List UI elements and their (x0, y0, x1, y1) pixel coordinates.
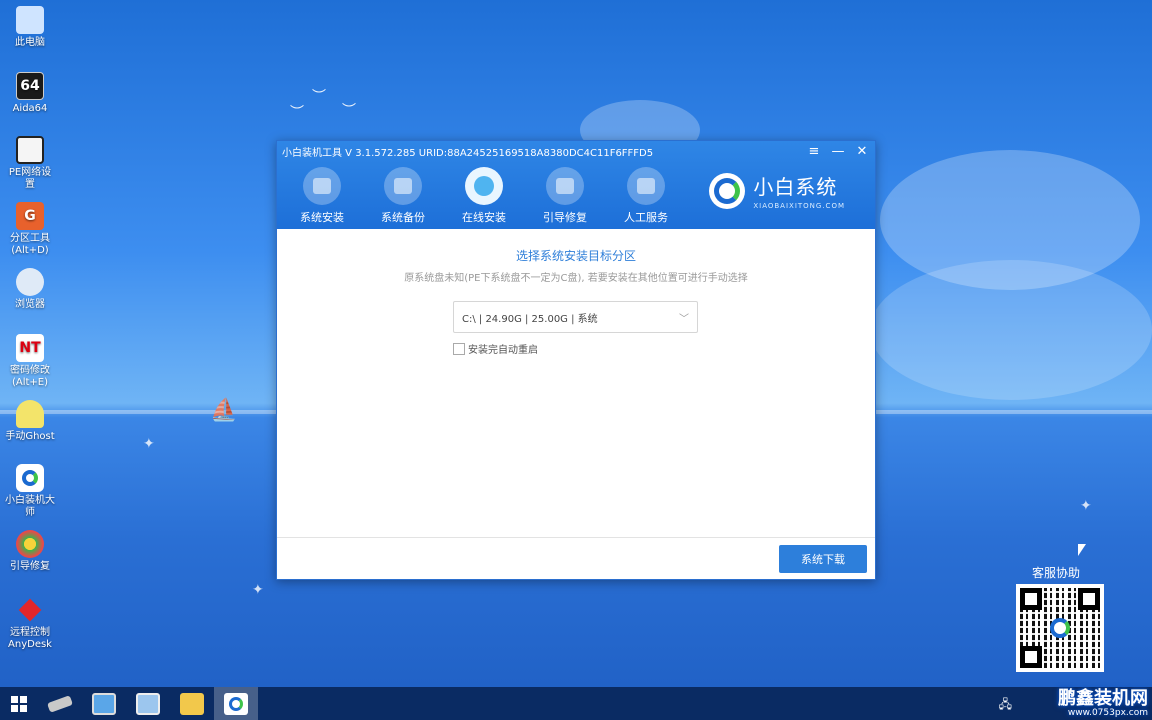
sparkle-shape: ✦ (1080, 498, 1092, 514)
taskbar-network[interactable] (126, 687, 170, 720)
windows-logo-icon (11, 695, 27, 712)
minimize-button[interactable]: — (831, 144, 845, 159)
sparkle-shape: ✦ (143, 436, 155, 452)
desktop-icon-pe-network[interactable]: PE网络设置 (4, 136, 56, 191)
folder-icon (180, 692, 204, 715)
chevron-down-icon: ﹀ (679, 313, 689, 325)
desktop-icon-computer[interactable]: 此电脑 (4, 6, 56, 49)
bird-shape: ︶ (342, 103, 356, 119)
tab-label: 系统安装 (300, 211, 344, 224)
desktop-icon-label: 浏览器 (15, 299, 45, 310)
taskbar-computer[interactable] (82, 687, 126, 720)
drive-icon (47, 694, 73, 713)
installer-window: 小白装机工具 V 3.1.572.285 URID:88A24525169518… (276, 140, 876, 580)
desktop-icon-ghost[interactable]: 手动Ghost (4, 400, 56, 443)
watermark-logo: 鹏鑫装机网 www.0753px.com (1008, 684, 1148, 718)
xiaobai-taskbar-icon (224, 692, 248, 715)
taskbar-xiaobai[interactable] (214, 687, 258, 720)
service-label: 客服协助 (1032, 566, 1081, 580)
partition-select-value: C:\ | 24.90G | 25.00G | 系统 (462, 313, 598, 325)
brand-logo-icon (709, 172, 746, 209)
desktop-icon-label: 分区工具 (Alt+D) (10, 233, 50, 256)
sailboat-shape: ⛵ (210, 398, 238, 423)
tab-boot-repair[interactable]: 引导修复 (536, 167, 594, 225)
bird-shape: ︶ (290, 105, 304, 121)
tab-label: 系统备份 (381, 211, 425, 224)
monitor-icon (92, 692, 116, 715)
window-title: 小白装机工具 V 3.1.572.285 URID:88A24525169518… (282, 148, 654, 159)
network-pc-icon (136, 692, 160, 715)
anydesk-icon (16, 596, 44, 624)
page-title: 选择系统安装目标分区 (515, 249, 636, 263)
cloud (870, 260, 1152, 400)
auto-restart-option: 安装完自动重启 (453, 341, 538, 356)
desktop-icon-label: 手动Ghost (5, 431, 55, 442)
tab-support[interactable]: 人工服务 (617, 167, 675, 225)
boot-repair-icon (16, 530, 44, 558)
xiaobai-icon (16, 464, 44, 492)
boot-repair-icon (546, 167, 584, 205)
partition-select[interactable]: C:\ | 24.90G | 25.00G | 系统 ﹀ (453, 301, 698, 333)
tab-online-install[interactable]: 在线安装 (455, 167, 513, 225)
desktop-icon-boot-repair[interactable]: 引导修复 (4, 530, 56, 573)
desktop-icon-label: 密码修改 (Alt+E) (10, 365, 50, 388)
start-button[interactable] (0, 687, 38, 720)
desktop-icon-aida64[interactable]: 64 Aida64 (4, 72, 56, 115)
desktop-icon-anydesk[interactable]: 远程控制 AnyDesk (4, 596, 56, 651)
online-install-icon (465, 167, 503, 205)
sparkle-shape: ✦ (252, 582, 264, 598)
brand: 小白系统 XIAOBAIXITONG.COM (709, 171, 845, 210)
page-subtitle: 原系统盘未知(PE下系统盘不一定为C盘), 若要安装在其他位置可进行手动选择 (404, 273, 748, 284)
content-area: 选择系统安装目标分区 原系统盘未知(PE下系统盘不一定为C盘), 若要安装在其他… (277, 229, 875, 539)
ghost-icon (16, 400, 44, 428)
password-icon: NT (16, 334, 44, 362)
tab-label: 引导修复 (543, 211, 587, 224)
menu-button[interactable]: ≡ (807, 144, 821, 159)
mouse-cursor-icon (1078, 544, 1086, 556)
main-nav: 系统安装 系统备份 在线安装 引导修复 人工服务 (293, 167, 675, 225)
close-button[interactable]: ✕ (855, 144, 869, 159)
support-chat-icon (627, 167, 665, 205)
window-footer: 系统下载 (277, 537, 875, 579)
taskbar: 🖧 (0, 687, 1152, 720)
system-install-icon (303, 167, 341, 205)
desktop-icon-partition[interactable]: G 分区工具 (Alt+D) (4, 202, 56, 257)
tab-label: 人工服务 (624, 211, 668, 224)
desktop-icon-label: 小白装机大 师 (5, 495, 55, 518)
desktop-icon-xiaobai[interactable]: 小白装机大 师 (4, 464, 56, 519)
desktop-icon-browser[interactable]: 浏览器 (4, 268, 56, 311)
tab-system-install[interactable]: 系统安装 (293, 167, 351, 225)
window-controls: ≡ — ✕ (807, 144, 869, 159)
taskbar-drive-tool[interactable] (38, 687, 82, 720)
brand-url: XIAOBAIXITONG.COM (753, 202, 845, 210)
desktop-icon-label: 此电脑 (15, 37, 45, 48)
partition-tool-icon: G (16, 202, 44, 230)
system-backup-icon (384, 167, 422, 205)
aida64-icon: 64 (16, 72, 44, 100)
watermark-url: www.0753px.com (1067, 708, 1148, 718)
computer-icon (16, 6, 44, 34)
desktop-icon-password[interactable]: NT 密码修改 (Alt+E) (4, 334, 56, 389)
desktop-icon-label: 引导修复 (10, 561, 50, 572)
window-header: 小白装机工具 V 3.1.572.285 URID:88A24525169518… (277, 141, 875, 229)
desktop-icon-label: PE网络设置 (8, 167, 52, 190)
qr-code[interactable] (1016, 584, 1104, 672)
watermark-title: 鹏鑫装机网 (1058, 688, 1148, 709)
system-download-button[interactable]: 系统下载 (779, 545, 867, 573)
desktop-icon-label: Aida64 (12, 103, 48, 114)
tab-label: 在线安装 (462, 211, 506, 224)
taskbar-explorer[interactable] (170, 687, 214, 720)
desktop-icon-label: 远程控制 AnyDesk (8, 627, 52, 650)
browser-icon (16, 268, 44, 296)
bird-shape: ︶ (312, 89, 326, 105)
network-icon (16, 136, 44, 164)
tab-system-backup[interactable]: 系统备份 (374, 167, 432, 225)
auto-restart-label: 安装完自动重启 (468, 345, 538, 356)
brand-name: 小白系统 (753, 175, 838, 199)
auto-restart-checkbox[interactable] (453, 342, 465, 355)
